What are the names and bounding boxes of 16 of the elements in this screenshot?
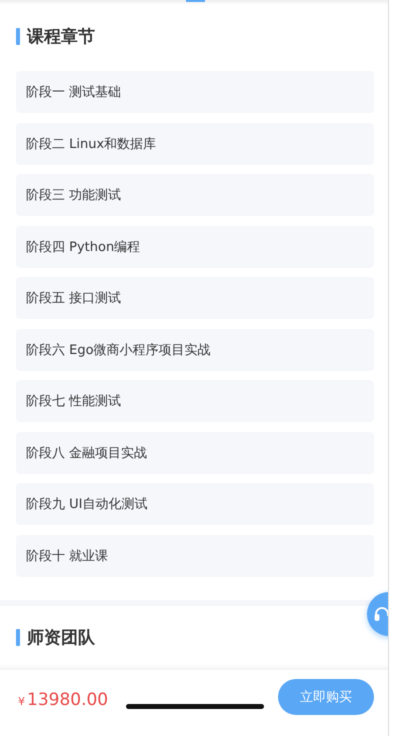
chapter-item[interactable]: 阶段八 金融项目实战 [16, 432, 374, 474]
tab-indicator [186, 0, 205, 2]
chapter-item[interactable]: 阶段九 UI自动化测试 [16, 483, 374, 526]
section-title: 课程章节 [27, 26, 95, 48]
section-marker [16, 628, 20, 646]
section-title: 师资团队 [27, 626, 95, 649]
chapter-item[interactable]: 阶段五 接口测试 [16, 277, 374, 320]
chapter-item[interactable]: 阶段六 Ego微商小程序项目实战 [16, 328, 374, 371]
chapter-item[interactable]: 阶段二 Linux和数据库 [16, 122, 374, 165]
chapter-item[interactable]: 阶段七 性能测试 [16, 380, 374, 422]
price: ¥13980.00 [18, 690, 108, 710]
section-marker [16, 28, 20, 45]
chapter-item[interactable]: 阶段一 测试基础 [16, 71, 374, 114]
chapter-item[interactable]: 阶段十 就业课 [16, 534, 374, 577]
chapter-item[interactable]: 阶段四 Python编程 [16, 226, 374, 268]
chapter-item[interactable]: 阶段三 功能测试 [16, 174, 374, 216]
